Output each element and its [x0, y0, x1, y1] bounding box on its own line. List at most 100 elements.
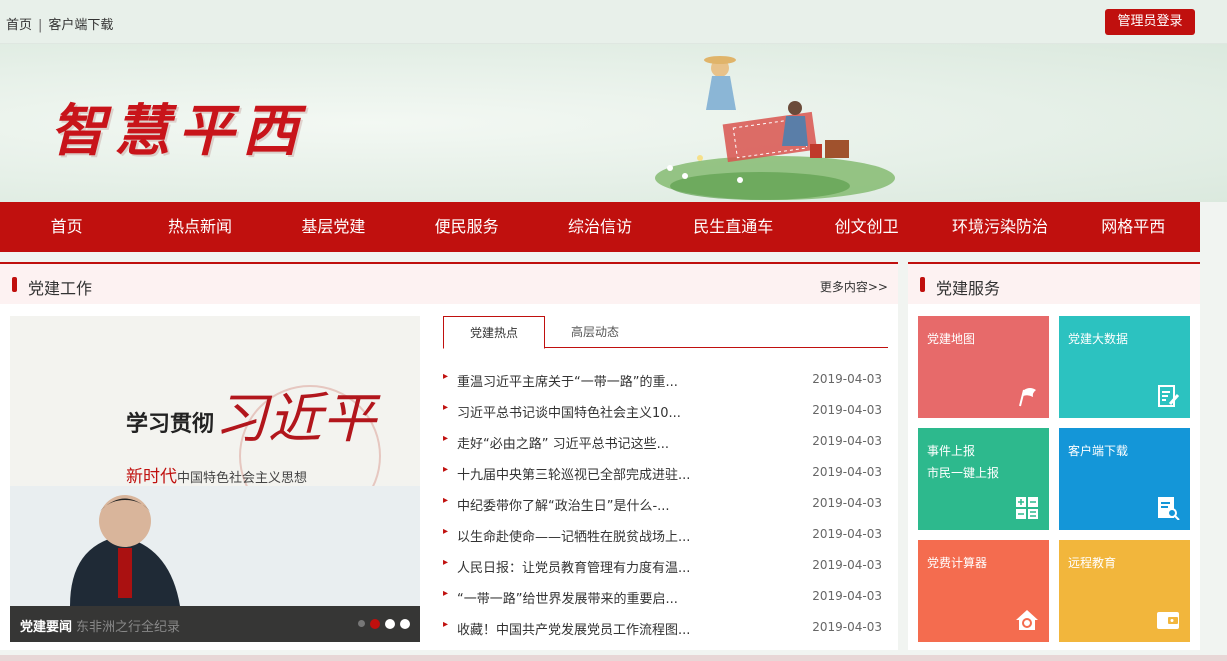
news-item[interactable]: ▸ 十九届中央第三轮巡视已全部完成进驻... 2019-04-03: [443, 457, 888, 488]
top-link-client-download[interactable]: 客户端下载: [48, 18, 113, 33]
news-title[interactable]: 十九届中央第三轮巡视已全部完成进驻...: [457, 464, 690, 483]
slide-poster-text-2: 中国特色社会主义思想: [177, 471, 308, 486]
tile-label: 党费计算器: [927, 556, 988, 570]
news-item[interactable]: ▸ 习近平总书记谈中国特色社会主义10... 2019-04-03: [443, 395, 888, 426]
news-date: 2019-04-03: [812, 465, 882, 479]
news-item[interactable]: ▸ 走好“必由之路” 习近平总书记这些... 2019-04-03: [443, 426, 888, 457]
news-date: 2019-04-03: [812, 496, 882, 510]
slide-poster-text-1: 学习贯彻: [126, 411, 215, 437]
slide-dots: [358, 619, 410, 629]
section-marker: [920, 277, 925, 292]
document-edit-icon: [1158, 385, 1180, 407]
tile-party-fee-calculator[interactable]: 党费计算器: [918, 540, 1049, 642]
tile-label: 远程教育: [1068, 556, 1117, 570]
tile-remote-education[interactable]: 远程教育: [1059, 540, 1190, 642]
bottom-strip: [0, 655, 1227, 661]
flag-icon: [1019, 388, 1036, 407]
arrow-right-icon: ▸: [443, 402, 449, 413]
party-work-title: 党建工作: [28, 279, 93, 298]
news-item[interactable]: ▸ 中纪委带你了解“政治生日”是什么-... 2019-04-03: [443, 488, 888, 519]
slide-dot[interactable]: [370, 619, 380, 629]
wallet-icon: [1157, 612, 1179, 629]
top-link-separator: |: [38, 18, 43, 33]
arrow-right-icon: ▸: [443, 495, 449, 506]
picnic-illustration: [655, 56, 895, 200]
tile-event-report[interactable]: 事件上报 市民一键上报: [918, 428, 1049, 530]
arrow-right-icon: ▸: [443, 619, 449, 630]
news-date: 2019-04-03: [812, 434, 882, 448]
news-title[interactable]: 重温习近平主席关于“一带一路”的重...: [457, 371, 678, 390]
nav-grid-pingxi[interactable]: 网格平西: [1067, 202, 1200, 252]
news-title[interactable]: 收藏！中国共产党发展党员工作流程图...: [457, 619, 690, 638]
news-item[interactable]: ▸ 重温习近平主席关于“一带一路”的重... 2019-04-03: [443, 364, 888, 395]
news-item[interactable]: ▸ “一带一路”给世界发展带来的重要启... 2019-04-03: [443, 581, 888, 612]
slide-dot[interactable]: [358, 620, 365, 627]
admin-login-button[interactable]: 管理员登录: [1105, 9, 1195, 35]
nav-grassroots-party[interactable]: 基层党建: [267, 202, 400, 252]
slide-caption[interactable]: 党建要闻: [20, 616, 72, 635]
news-title[interactable]: 中纪委带你了解“政治生日”是什么-...: [457, 495, 670, 514]
calculator-grid-icon: [1016, 497, 1038, 519]
party-service-header: 党建服务: [908, 264, 1200, 304]
arrow-right-icon: ▸: [443, 371, 449, 382]
party-work-panel: 党建工作 更多内容>> 学习贯彻 习近平 新时代中国特色社会主义思想 东非洲之行…: [0, 262, 898, 650]
top-link-home[interactable]: 首页: [6, 18, 32, 33]
arrow-right-icon: ▸: [443, 526, 449, 537]
news-item[interactable]: ▸ 人民日报：让党员教育管理有力度有温... 2019-04-03: [443, 550, 888, 581]
news-item[interactable]: ▸ 收藏！中国共产党发展党员工作流程图... 2019-04-03: [443, 612, 888, 643]
arrow-right-icon: ▸: [443, 557, 449, 568]
tile-party-big-data[interactable]: 党建大数据: [1059, 316, 1190, 418]
site-logo-title: 智慧平西: [50, 98, 306, 164]
arrow-right-icon: ▸: [443, 464, 449, 475]
news-title[interactable]: 以生命赴使命——记牺牲在脱贫战场上...: [457, 526, 690, 545]
news-date: 2019-04-03: [812, 527, 882, 541]
news-title[interactable]: 习近平总书记谈中国特色社会主义10...: [457, 402, 681, 421]
news-date: 2019-04-03: [812, 558, 882, 572]
party-service-title: 党建服务: [936, 279, 1001, 298]
news-title[interactable]: “一带一路”给世界发展带来的重要启...: [457, 588, 678, 607]
document-search-icon: [1158, 497, 1180, 520]
arrow-right-icon: ▸: [443, 588, 449, 599]
news-date: 2019-04-03: [812, 620, 882, 634]
news-date: 2019-04-03: [812, 589, 882, 603]
home-badge-icon: [1016, 610, 1038, 630]
news-date: 2019-04-03: [812, 372, 882, 386]
news-title[interactable]: 走好“必由之路” 习近平总书记这些...: [457, 433, 669, 452]
more-link[interactable]: 更多内容>>: [820, 278, 888, 295]
news-slideshow[interactable]: 学习贯彻 习近平 新时代中国特色社会主义思想 东非洲之行全纪录 党建要闻: [10, 316, 420, 642]
news-title[interactable]: 人民日报：让党员教育管理有力度有温...: [457, 557, 690, 576]
tile-client-download[interactable]: 客户端下载: [1059, 428, 1190, 530]
slide-dot[interactable]: [400, 619, 410, 629]
banner: 智慧平西: [0, 44, 1227, 202]
tab-leadership-news[interactable]: 高层动态: [545, 316, 645, 349]
nav-hot-news[interactable]: 热点新闻: [133, 202, 266, 252]
news-list: ▸ 重温习近平主席关于“一带一路”的重... 2019-04-03 ▸ 习近平总书记谈…: [443, 364, 888, 643]
tile-label-group: 事件上报 市民一键上报: [927, 440, 999, 484]
party-service-panel: 党建服务 党建地图 党建大数据 事件上报 市民一键上报 客户端下载 党费计算器 远…: [908, 262, 1200, 650]
news-date: 2019-04-03: [812, 403, 882, 417]
nav-public-service[interactable]: 便民服务: [400, 202, 533, 252]
nav-pollution-control[interactable]: 环境污染防治: [933, 202, 1066, 252]
slide-caption-bar: 东非洲之行全纪录 党建要闻: [10, 606, 420, 642]
tile-label: 党建大数据: [1068, 332, 1129, 346]
nav-home[interactable]: 首页: [0, 202, 133, 252]
section-marker: [12, 277, 17, 292]
main-nav: 首页 热点新闻 基层党建 便民服务 综治信访 民生直通车 创文创卫 环境污染防治…: [0, 202, 1200, 252]
news-item[interactable]: ▸ 以生命赴使命——记牺牲在脱贫战场上... 2019-04-03: [443, 519, 888, 550]
top-bar: 首页 | 客户端下载 管理员登录: [0, 0, 1227, 44]
tile-party-map[interactable]: 党建地图: [918, 316, 1049, 418]
tile-sublabel: 市民一键上报: [927, 466, 1000, 480]
slide-dot[interactable]: [385, 619, 395, 629]
party-work-header: 党建工作 更多内容>>: [0, 264, 898, 304]
news-tabs: 党建热点 高层动态: [443, 316, 888, 349]
nav-civilization[interactable]: 创文创卫: [800, 202, 933, 252]
slide-poster-red: 新时代: [126, 467, 177, 487]
slide-caption-overlay: 东非洲之行全纪录: [76, 620, 181, 635]
nav-livelihood[interactable]: 民生直通车: [667, 202, 800, 252]
tab-party-hot[interactable]: 党建热点: [443, 316, 545, 349]
tile-label: 客户端下载: [1068, 444, 1129, 458]
arrow-right-icon: ▸: [443, 433, 449, 444]
slide-poster-calligraphy: 习近平: [214, 387, 376, 450]
nav-petition[interactable]: 综治信访: [533, 202, 666, 252]
tile-label: 党建地图: [927, 332, 976, 346]
